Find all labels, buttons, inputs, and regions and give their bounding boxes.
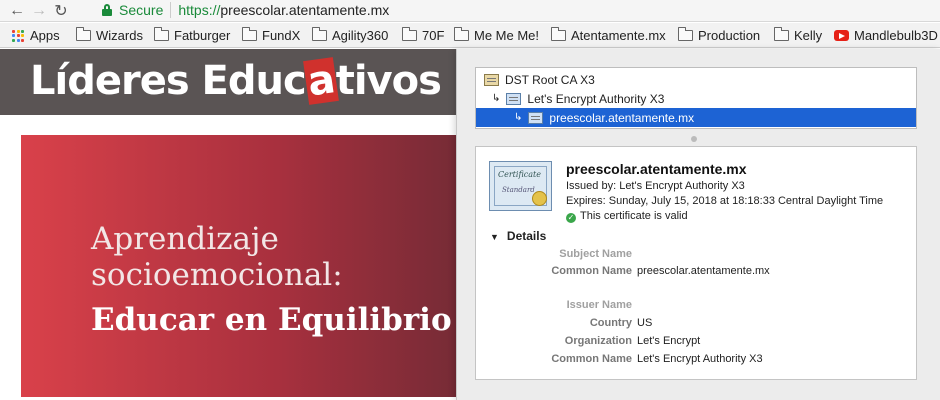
- seal-icon: [532, 191, 547, 206]
- subject-common-name-value: preescolar.atentamente.mx: [637, 265, 770, 277]
- expires: Expires: Sunday, July 15, 2018 at 18:18:…: [566, 195, 884, 207]
- bookmarks-bar: Apps Wizards Fatburger FundX Agility360 …: [0, 23, 940, 48]
- chain-item-root[interactable]: DST Root CA X3: [476, 70, 916, 89]
- site-logo[interactable]: Líderes Educativos: [30, 56, 442, 106]
- folder-icon: [774, 27, 789, 41]
- hero-title-line-1: Aprendizaje: [91, 221, 279, 257]
- validity-text: This certificate is valid: [580, 210, 688, 222]
- folder-icon: [402, 27, 417, 41]
- back-button[interactable]: ←: [6, 0, 28, 22]
- bookmark-folder-70f[interactable]: 70F: [402, 23, 445, 47]
- bookmark-folder-fatburger[interactable]: Fatburger: [154, 23, 231, 47]
- certificate-icon: [528, 111, 544, 124]
- chain-arrow-icon: ↳: [492, 93, 501, 104]
- folder-icon: [76, 27, 91, 41]
- root-certificate-icon: [484, 73, 499, 86]
- bookmark-label: Mandlebulb3D: [854, 28, 938, 43]
- address-bar: ← → ↻ Secure https://preescolar.atentame…: [0, 0, 940, 22]
- chain-item-intermediate[interactable]: ↳ Let's Encrypt Authority X3: [476, 89, 916, 108]
- secure-label[interactable]: Secure: [119, 2, 163, 18]
- lock-icon[interactable]: [102, 4, 112, 16]
- subject-name-header: Subject Name: [559, 248, 632, 260]
- reload-icon: ↻: [54, 2, 68, 20]
- certificate-details: Certificate Standard preescolar.atentame…: [475, 146, 917, 380]
- country-value: US: [637, 317, 653, 329]
- bookmark-folder-kelly[interactable]: Kelly: [774, 23, 823, 47]
- badge-subtext: Standard: [502, 186, 535, 194]
- chain-arrow-icon: ↳: [514, 112, 523, 123]
- folder-icon: [154, 27, 169, 41]
- chain-label: preescolar.atentamente.mx: [549, 110, 695, 125]
- certificate-badge-icon: Certificate Standard: [489, 161, 552, 211]
- folder-icon: [242, 27, 257, 41]
- reload-button[interactable]: ↻: [50, 0, 72, 22]
- logo-accent: a: [302, 56, 339, 106]
- country-label: Country: [589, 317, 632, 329]
- organization-label: Organization: [564, 335, 632, 347]
- url-omnibox[interactable]: Secure https://preescolar.atentamente.mx: [92, 0, 940, 20]
- youtube-icon: [834, 30, 849, 41]
- url-scheme[interactable]: https://: [178, 2, 220, 18]
- bookmark-folder-me-me-me[interactable]: Me Me Me!: [454, 23, 540, 47]
- chain-label: Let's Encrypt Authority X3: [527, 91, 665, 106]
- checkmark-icon: ✓: [566, 213, 576, 223]
- apps-grid-icon: [12, 29, 24, 42]
- issuer-name-header: Issuer Name: [566, 299, 632, 311]
- issuer-common-name-value: Let's Encrypt Authority X3: [637, 353, 763, 365]
- details-disclosure[interactable]: ▼ Details: [490, 229, 546, 243]
- folder-icon: [551, 27, 566, 41]
- certificate-icon: [506, 92, 522, 105]
- back-arrow-icon: ←: [9, 1, 25, 19]
- organization-value: Let's Encrypt: [637, 335, 701, 347]
- bookmark-folder-atentamente[interactable]: Atentamente.mx: [551, 23, 666, 47]
- bookmark-label: Fatburger: [174, 28, 231, 43]
- forward-arrow-icon: →: [31, 1, 47, 19]
- hero-title-line-2: socioemocional:: [91, 257, 343, 293]
- chain-label: DST Root CA X3: [505, 72, 595, 87]
- badge-text: Certificate: [498, 170, 541, 179]
- bookmark-label: Me Me Me!: [474, 28, 540, 43]
- bookmark-folder-wizards[interactable]: Wizards: [76, 23, 143, 47]
- certificate-title: preescolar.atentamente.mx: [566, 161, 747, 177]
- bookmark-label: 70F: [422, 28, 445, 43]
- url-host[interactable]: preescolar.atentamente.mx: [220, 2, 389, 18]
- folder-icon: [678, 27, 693, 41]
- bookmark-label: Production: [698, 28, 761, 43]
- forward-button[interactable]: →: [28, 0, 50, 22]
- hero-subtitle: Educar en Equilibrio: [91, 302, 452, 338]
- validity-status: ✓ This certificate is valid: [566, 210, 688, 223]
- bookmark-label: Apps: [30, 28, 60, 43]
- certificate-viewer: DST Root CA X3 ↳ Let's Encrypt Authority…: [456, 49, 940, 400]
- bookmark-folder-production[interactable]: Production: [678, 23, 761, 47]
- disclosure-triangle-icon: ▼: [490, 232, 499, 242]
- certificate-chain-tree: DST Root CA X3 ↳ Let's Encrypt Authority…: [475, 67, 917, 129]
- bookmark-apps[interactable]: Apps: [12, 23, 60, 47]
- bookmark-label: FundX: [262, 28, 301, 43]
- omnibox-divider: [170, 2, 172, 18]
- chain-item-leaf[interactable]: ↳ preescolar.atentamente.mx: [476, 108, 916, 127]
- bookmark-label: Kelly: [794, 28, 823, 43]
- folder-icon: [312, 27, 327, 41]
- subject-common-name-label: Common Name: [551, 265, 632, 277]
- folder-icon: [454, 27, 469, 41]
- bookmark-label: Atentamente.mx: [571, 28, 666, 43]
- bookmark-label: Agility360: [332, 28, 389, 43]
- details-label: Details: [506, 229, 547, 243]
- issuer-common-name-label: Common Name: [551, 353, 632, 365]
- logo-text: Líderes Educ: [30, 58, 307, 104]
- pane-splitter-handle[interactable]: [691, 136, 697, 142]
- bookmark-folder-agility360[interactable]: Agility360: [312, 23, 389, 47]
- bookmark-mandlebulb3d[interactable]: Mandlebulb3D: [834, 23, 938, 47]
- bookmark-folder-fundx[interactable]: FundX: [242, 23, 301, 47]
- issued-by: Issued by: Let's Encrypt Authority X3: [566, 180, 745, 192]
- logo-text-end: tivos: [335, 58, 442, 104]
- bookmark-label: Wizards: [96, 28, 143, 43]
